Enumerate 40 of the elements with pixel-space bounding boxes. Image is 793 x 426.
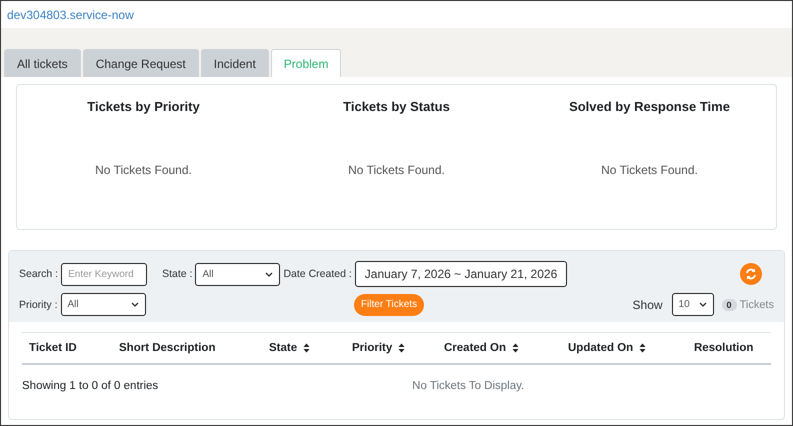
column-header[interactable]: Priority [352, 342, 406, 354]
priority-select[interactable]: All [60, 293, 146, 316]
column-header[interactable]: State [269, 342, 310, 354]
refresh-button[interactable] [740, 263, 762, 285]
tickets-label: Tickets [740, 298, 774, 310]
caret-icon [130, 302, 139, 307]
chart-title: Tickets by Priority [87, 99, 200, 114]
search-field[interactable]: Enter Keyword [61, 262, 148, 286]
chart-title: Tickets by Status [343, 99, 450, 114]
tab[interactable]: Change Request [82, 49, 199, 77]
caret-icon [698, 302, 707, 307]
sort-icon[interactable] [398, 343, 406, 353]
priority-label: Priority : [19, 298, 58, 310]
empty-message: No Tickets Found. [601, 163, 698, 177]
column-header: Short Description [119, 342, 216, 354]
empty-message: No Tickets Found. [95, 163, 192, 177]
entries-info: Showing 1 to 0 of 0 entries [22, 380, 158, 392]
search-label: Search : [19, 268, 58, 280]
caret-icon [265, 272, 274, 276]
sort-icon[interactable] [303, 343, 310, 353]
date-label: Date Created : [283, 268, 352, 280]
empty-table-message: No Tickets To Display. [412, 380, 524, 392]
empty-message: No Tickets Found. [348, 163, 445, 177]
ticket-count-badge: 0 [722, 298, 737, 310]
sort-icon[interactable] [512, 343, 519, 353]
tab[interactable]: All tickets [4, 49, 81, 77]
chart-title: Solved by Response Time [569, 99, 730, 114]
state-select[interactable]: All [195, 262, 280, 286]
column-header: Resolution [694, 342, 754, 354]
sort-icon[interactable] [639, 343, 646, 353]
column-header[interactable]: Created On [444, 342, 519, 354]
column-header[interactable]: Updated On [568, 342, 646, 354]
date-range-field[interactable]: January 7, 2026 ~ January 21, 2026 [354, 261, 568, 287]
refresh-icon [745, 268, 757, 280]
column-header: Ticket ID [29, 342, 77, 354]
site-link[interactable]: dev304803.service-now [7, 8, 134, 22]
show-label: Show [632, 298, 663, 312]
tab[interactable]: Incident [200, 49, 269, 77]
page-size-select[interactable]: 10 [672, 293, 714, 316]
state-label: State : [162, 268, 192, 280]
